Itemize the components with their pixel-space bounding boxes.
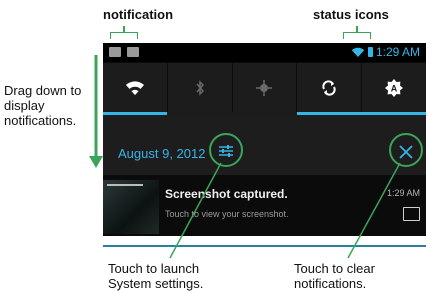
clear-callout-label: Touch to clear notifications. bbox=[294, 261, 375, 291]
clear-pointer-line bbox=[347, 162, 401, 259]
callout-overlay bbox=[89, 55, 401, 259]
drag-down-arrowhead bbox=[89, 156, 103, 168]
settings-callout-label: Touch to launch System settings. bbox=[108, 261, 204, 291]
settings-pointer-line bbox=[169, 162, 222, 259]
